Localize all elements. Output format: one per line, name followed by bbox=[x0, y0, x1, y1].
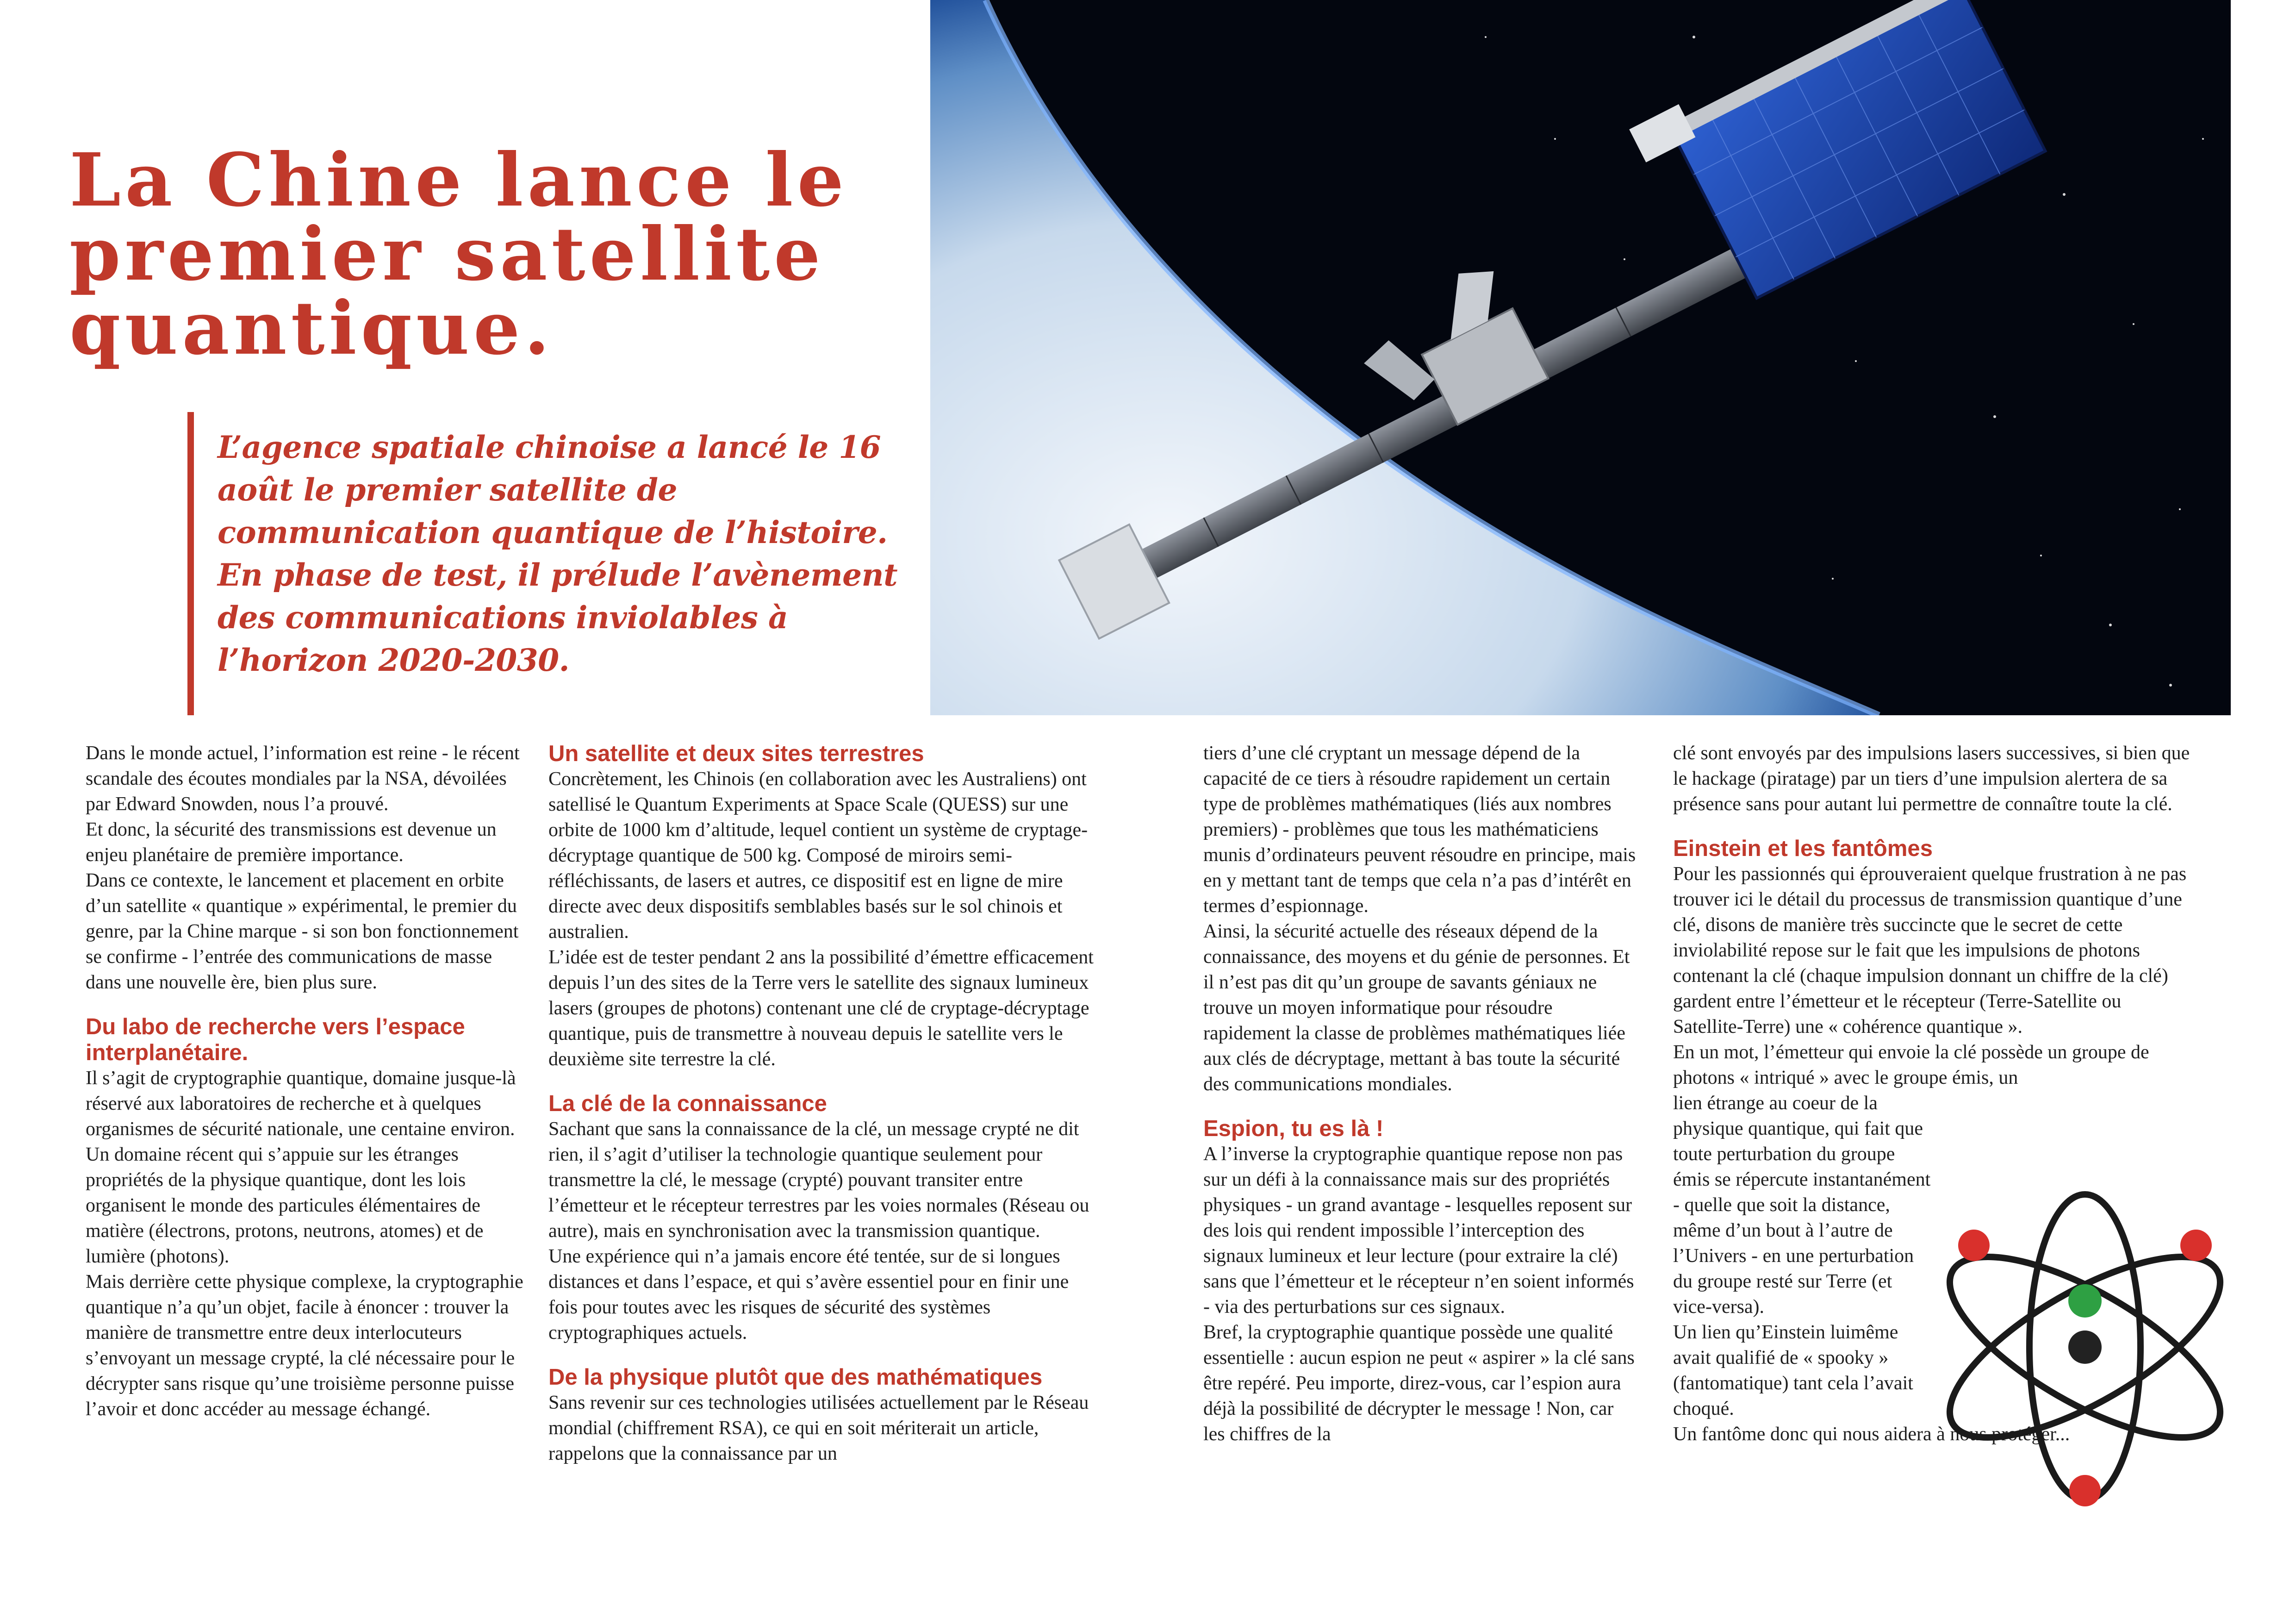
paragraph: L’idée est de tester pendant 2 ans la po… bbox=[548, 947, 1094, 1070]
paragraph: Ainsi, la sécurité actuelle des réseaux … bbox=[1203, 921, 1630, 1095]
nucleus-green bbox=[2068, 1284, 2102, 1318]
article-lead: L’agence spatiale chinoise a lancé le 16… bbox=[218, 429, 898, 678]
section-heading: Du labo de recherche vers l’espace inter… bbox=[86, 1014, 465, 1065]
paragraph: lien étrange au coeur de la physique qua… bbox=[1673, 1093, 1931, 1318]
paragraph: Sachant que sans la connaissance de la c… bbox=[548, 1118, 1089, 1242]
paragraph: Bref, la cryptographie quantique possède… bbox=[1203, 1322, 1635, 1445]
electron-red bbox=[2180, 1230, 2212, 1261]
electron-red bbox=[2069, 1475, 2101, 1506]
section-heading: Einstein et les fantômes bbox=[1673, 836, 1933, 861]
paragraph: Et donc, la sécurité des transmissions e… bbox=[86, 819, 497, 866]
column-1: Dans le monde actuel, l’information est … bbox=[86, 741, 530, 1422]
section-heading: La clé de la connaissance bbox=[548, 1091, 827, 1116]
atom-illustration bbox=[1937, 1171, 2233, 1523]
paragraph: En un mot, l’émetteur qui envoie la clé … bbox=[1673, 1042, 2149, 1088]
section-heading: Un satellite et deux sites terrestres bbox=[548, 741, 924, 766]
section-heading: De la physique plutôt que des mathématiq… bbox=[548, 1365, 1043, 1390]
satellite-photo bbox=[930, 0, 2231, 715]
paragraph: A l’inverse la cryptographie quantique r… bbox=[1203, 1143, 1634, 1318]
paragraph: Dans le monde actuel, l’information est … bbox=[86, 743, 520, 815]
paragraph: clé sont envoyés par des impulsions lase… bbox=[1673, 743, 2190, 815]
article-title: La Chine lance le premier satellite quan… bbox=[69, 137, 848, 371]
paragraph: Pour les passionnés qui éprouveraient qu… bbox=[1673, 863, 2187, 1037]
nucleus-black bbox=[2068, 1330, 2102, 1364]
paragraph: Il s’agit de cryptographie quantique, do… bbox=[86, 1068, 516, 1267]
paragraph: Concrètement, les Chinois (en collaborat… bbox=[548, 768, 1088, 943]
paragraph: tiers d’une clé cryptant un message dépe… bbox=[1203, 743, 1636, 917]
paragraph: Dans ce contexte, le lancement et placem… bbox=[86, 870, 519, 993]
paragraph: Une expérience qui n’a jamais encore été… bbox=[548, 1246, 1069, 1343]
section-heading: Espion, tu es là ! bbox=[1203, 1116, 1384, 1141]
paragraph: Sans revenir sur ces technologies utilis… bbox=[548, 1392, 1089, 1464]
lead-accent-rule bbox=[187, 412, 194, 715]
column-2: Un satellite et deux sites terrestres Co… bbox=[548, 741, 1101, 1467]
paragraph: Mais derrière cette physique complexe, l… bbox=[86, 1271, 523, 1420]
column-3: tiers d’une clé cryptant un message dépe… bbox=[1203, 741, 1638, 1447]
electron-red bbox=[1958, 1230, 1990, 1261]
paragraph: Un lien qu’Einstein luimême avait qualif… bbox=[1673, 1322, 1913, 1419]
